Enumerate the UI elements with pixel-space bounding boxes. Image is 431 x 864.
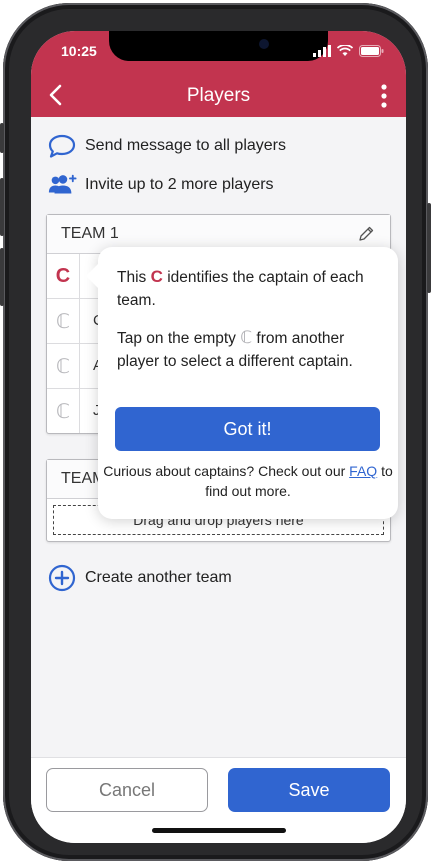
notch bbox=[109, 31, 328, 61]
empty-captain-badge[interactable]: ℂ bbox=[47, 299, 80, 343]
tooltip-text-2: Tap on the empty ℂ from another player t… bbox=[117, 328, 353, 370]
add-users-icon bbox=[47, 172, 77, 198]
faq-link[interactable]: FAQ bbox=[349, 463, 377, 479]
status-bar: 10:25 bbox=[31, 31, 406, 75]
create-team-label: Create another team bbox=[85, 569, 232, 586]
captain-badge[interactable]: C bbox=[47, 254, 80, 298]
volume-down-button bbox=[0, 248, 4, 306]
edit-pencil-icon[interactable] bbox=[358, 226, 374, 242]
bottom-bar: Cancel Save bbox=[31, 757, 406, 843]
empty-captain-badge[interactable]: ℂ bbox=[47, 389, 80, 433]
send-message-row[interactable]: Send message to all players bbox=[47, 131, 286, 161]
empty-captain-icon: ℂ bbox=[240, 328, 253, 347]
send-message-label: Send message to all players bbox=[85, 137, 286, 154]
captain-c-icon: C bbox=[150, 267, 163, 286]
tooltip-text-1: This C identifies the captain of each te… bbox=[117, 267, 364, 309]
cancel-button[interactable]: Cancel bbox=[46, 768, 208, 812]
screen: 10:25 Players Send message to all player… bbox=[31, 31, 406, 843]
team-1-title: TEAM 1 bbox=[61, 225, 119, 242]
tooltip-arrow bbox=[86, 263, 99, 289]
page-title: Players bbox=[186, 85, 251, 106]
mute-switch bbox=[0, 123, 4, 153]
status-time: 10:25 bbox=[61, 43, 97, 59]
power-button bbox=[427, 203, 431, 293]
signal-icon bbox=[313, 45, 331, 57]
volume-up-button bbox=[0, 178, 4, 236]
save-button[interactable]: Save bbox=[228, 768, 390, 812]
create-team-row[interactable]: Create another team bbox=[47, 563, 232, 593]
home-indicator[interactable] bbox=[152, 828, 286, 833]
nav-bar: Players bbox=[31, 75, 406, 117]
more-vertical-icon[interactable] bbox=[380, 83, 388, 109]
captain-tooltip: This C identifies the captain of each te… bbox=[86, 247, 398, 519]
got-it-button[interactable]: Got it! bbox=[115, 407, 380, 451]
status-icons bbox=[313, 45, 384, 57]
add-circle-icon bbox=[47, 563, 77, 593]
camera-icon bbox=[259, 39, 269, 49]
tooltip-footer: Curious about captains? Check out our FA… bbox=[103, 463, 393, 499]
chat-bubble-icon bbox=[47, 133, 77, 159]
wifi-icon bbox=[337, 45, 353, 56]
invite-players-row[interactable]: Invite up to 2 more players bbox=[47, 170, 274, 200]
invite-players-label: Invite up to 2 more players bbox=[85, 176, 274, 193]
phone-frame: 10:25 Players Send message to all player… bbox=[0, 3, 431, 861]
battery-icon bbox=[359, 45, 384, 57]
empty-captain-badge[interactable]: ℂ bbox=[47, 344, 80, 388]
